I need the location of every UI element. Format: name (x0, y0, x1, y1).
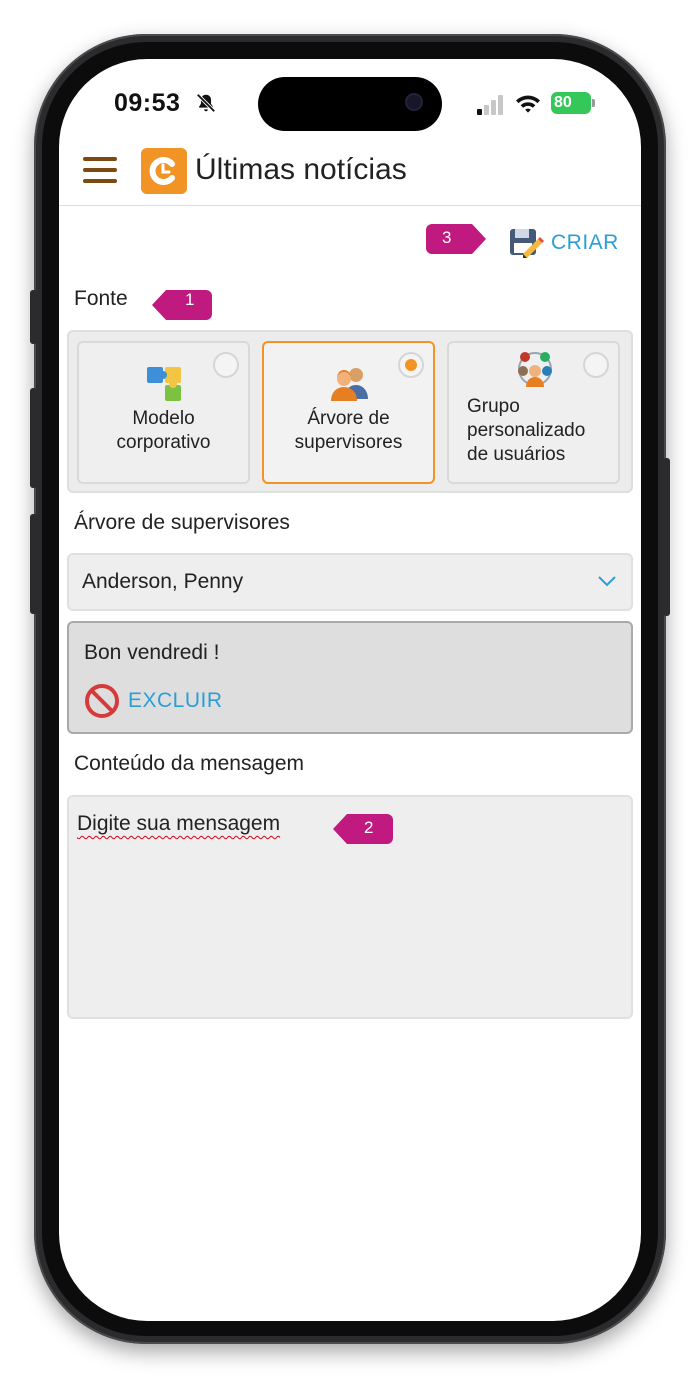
status-time: 09:53 (114, 89, 181, 117)
battery-indicator: 80 (551, 92, 591, 114)
floppy-edit-icon (510, 229, 544, 258)
page-title: Últimas notícias (195, 153, 407, 186)
radio-corporate-template[interactable] (213, 352, 239, 378)
source-option-custom-user-group[interactable]: Grupo personalizado de usuários (447, 341, 620, 484)
supervisor-tree-label: Árvore de supervisores (74, 511, 290, 534)
callout-badge-3 (426, 224, 486, 254)
bell-muted-icon (196, 93, 216, 113)
source-option-corporate-template[interactable]: Modelo corporativo (77, 341, 250, 484)
message-title: Bon vendredi ! (84, 641, 220, 664)
chevron-down-icon (598, 576, 616, 587)
no-entry-icon (85, 684, 119, 718)
source-option-label: Modelo corporativo (116, 408, 211, 453)
header-divider (59, 205, 641, 206)
source-option-label: Grupo personalizado de usuários (467, 396, 586, 465)
puzzle-icon (147, 367, 181, 401)
phone-action-button (30, 290, 37, 344)
message-input-placeholder: Digite sua mensagem (77, 812, 281, 835)
wifi-icon (516, 95, 540, 113)
phone-screen: 09:53 80 Últimas notícias CRIAR Fonte Mo… (59, 59, 641, 1321)
battery-tip (592, 99, 595, 107)
source-option-supervisor-tree[interactable]: Árvore de supervisores (262, 341, 435, 484)
supervisor-select-value: Anderson, Penny (82, 570, 244, 593)
callout-number: 2 (364, 818, 374, 837)
source-label: Fonte (74, 287, 128, 310)
source-option-label: Árvore de supervisores (294, 408, 403, 453)
callout-number: 3 (442, 228, 452, 247)
callout-badge-2 (333, 814, 393, 844)
callout-number: 1 (185, 290, 195, 309)
message-content-label: Conteúdo da mensagem (74, 752, 304, 775)
callout-badge-1 (152, 290, 212, 320)
delete-label: EXCLUIR (128, 689, 223, 712)
source-selector: Modelo corporativo Árvore de supervisore… (67, 330, 633, 493)
cellular-signal-icon (477, 95, 503, 115)
app-logo-icon (141, 148, 187, 194)
battery-level: 80 (554, 94, 572, 111)
front-camera (405, 93, 423, 111)
create-button[interactable]: CRIAR (507, 224, 619, 262)
menu-icon[interactable] (83, 157, 117, 183)
phone-power-button (663, 458, 670, 616)
create-label: CRIAR (551, 231, 619, 254)
message-card: Bon vendredi ! EXCLUIR (67, 621, 633, 734)
supervisors-icon (331, 368, 368, 401)
delete-button[interactable]: EXCLUIR (84, 683, 223, 719)
radio-supervisor-tree[interactable] (398, 352, 424, 378)
phone-volume-up-button (30, 388, 37, 488)
phone-volume-down-button (30, 514, 37, 614)
supervisor-select[interactable]: Anderson, Penny (67, 553, 633, 611)
user-group-icon (518, 352, 552, 387)
radio-custom-user-group[interactable] (583, 352, 609, 378)
